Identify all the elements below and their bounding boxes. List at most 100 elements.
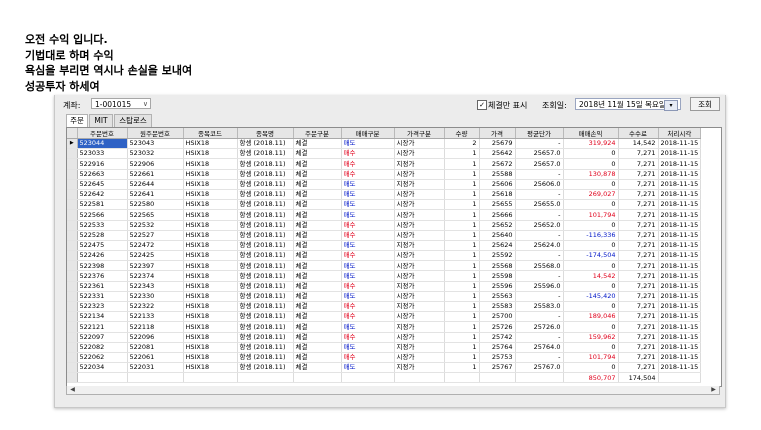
table-cell: 522331 bbox=[77, 291, 128, 303]
table-cell bbox=[394, 372, 445, 384]
row-marker bbox=[67, 169, 78, 180]
table-cell: HSIX18 bbox=[183, 158, 238, 170]
table-cell: 25652.0 bbox=[515, 220, 564, 231]
table-cell: 522580 bbox=[127, 199, 184, 211]
query-button[interactable]: 조회 bbox=[690, 97, 720, 111]
tab-stoploss[interactable]: 스탑로스 bbox=[114, 114, 152, 127]
table-cell: HSIX18 bbox=[183, 291, 238, 303]
col-header[interactable]: 처리시각 bbox=[658, 128, 702, 139]
table-cell: 25655 bbox=[479, 199, 516, 211]
table-row[interactable]: 522426 522425 HSIX18 항셍 (2018.11) 체결 매수 시장가 1 25… bbox=[67, 250, 702, 262]
trade-window: 계좌: 1-001015 ∨ ✓ 체결만 표시 조회일: 2018년 11월 1… bbox=[54, 95, 726, 408]
table-cell: 시장가 bbox=[394, 270, 445, 282]
table-row[interactable]: 522916 522906 HSIX18 항셍 (2018.11) 체결 매수 지정가 1 25… bbox=[67, 158, 702, 170]
table-cell: 25618 bbox=[479, 189, 516, 201]
table-cell: 25624 bbox=[479, 240, 516, 252]
table-cell: 25753 bbox=[479, 352, 516, 364]
col-header[interactable]: 원주문번호 bbox=[127, 128, 184, 139]
table-cell: HSIX18 bbox=[183, 148, 238, 160]
table-row[interactable]: 522134 522133 HSIX18 항셍 (2018.11) 체결 매수 시장가 1 25… bbox=[67, 311, 702, 323]
table-cell: 체결 bbox=[293, 311, 342, 323]
table-cell: 체결 bbox=[293, 220, 342, 231]
horizontal-scrollbar[interactable]: ◀ ▶ bbox=[66, 386, 720, 395]
date-picker[interactable]: 2018년 11월 15일 목요일 ▾ bbox=[575, 98, 681, 111]
table-row[interactable]: 522581 522580 HSIX18 항셍 (2018.11) 체결 매도 시장가 1 25… bbox=[67, 199, 702, 211]
table-cell: 2018-11-15 bbox=[658, 199, 702, 211]
table-cell: 항셍 (2018.11) bbox=[237, 199, 294, 211]
col-header[interactable]: 평균단가 bbox=[515, 128, 564, 139]
table-cell: 522374 bbox=[127, 270, 184, 282]
table-cell: 522916 bbox=[77, 158, 128, 170]
table-cell: 매수 bbox=[341, 158, 395, 170]
filled-only-checkbox[interactable]: ✓ bbox=[477, 100, 487, 110]
table-cell: 1 bbox=[444, 230, 480, 241]
row-marker bbox=[67, 270, 78, 282]
table-row[interactable]: 522331 522330 HSIX18 항셍 (2018.11) 체결 매도 시장가 1 25… bbox=[67, 291, 702, 303]
table-cell: 체결 bbox=[293, 291, 342, 303]
table-row[interactable]: 522097 522096 HSIX18 항셍 (2018.11) 체결 매수 시장가 1 25… bbox=[67, 332, 702, 343]
col-header[interactable]: 수수료 bbox=[618, 128, 659, 139]
table-row[interactable]: 522475 522472 HSIX18 항셍 (2018.11) 체결 매도 지정가 1 25… bbox=[67, 240, 702, 252]
col-header[interactable]: 가격구분 bbox=[394, 128, 445, 139]
table-row[interactable]: 522645 522644 HSIX18 항셍 (2018.11) 체결 매도 지정가 1 25… bbox=[67, 179, 702, 190]
table-row[interactable]: 522361 522343 HSIX18 항셍 (2018.11) 체결 매수 지정가 1 25… bbox=[67, 281, 702, 292]
table-cell: 1 bbox=[444, 148, 480, 160]
post-line-4: 성공투자 하세여 bbox=[25, 79, 100, 93]
table-row[interactable]: 522034 522031 HSIX18 항셍 (2018.11) 체결 매도 지정가 1 25… bbox=[67, 362, 702, 374]
table-cell: 25583 bbox=[479, 301, 516, 313]
table-row[interactable]: 522376 522374 HSIX18 항셍 (2018.11) 체결 매도 시장가 1 25… bbox=[67, 270, 702, 282]
account-select[interactable]: 1-001015 ∨ bbox=[91, 98, 151, 109]
col-header[interactable]: 가격 bbox=[479, 128, 516, 139]
row-marker bbox=[67, 148, 78, 160]
table-cell: 시장가 bbox=[394, 291, 445, 303]
table-row[interactable]: 522398 522397 HSIX18 항셍 (2018.11) 체결 매도 시장가 1 25… bbox=[67, 260, 702, 272]
scroll-left-icon[interactable]: ◀ bbox=[68, 386, 77, 394]
table-cell: 522475 bbox=[77, 240, 128, 252]
col-header[interactable]: 종목코드 bbox=[183, 128, 238, 139]
tab-order[interactable]: 주문 bbox=[66, 114, 88, 128]
tab-mit[interactable]: MIT bbox=[89, 114, 113, 127]
table-cell: 1 bbox=[444, 281, 480, 292]
row-pointer-icon: ▶ bbox=[67, 138, 78, 150]
table-row[interactable]: 523033 523032 HSIX18 항셍 (2018.11) 체결 매수 시장가 1 25… bbox=[67, 148, 702, 160]
table-cell: HSIX18 bbox=[183, 332, 238, 343]
table-row[interactable]: 522566 522565 HSIX18 항셍 (2018.11) 체결 매도 시장가 1 25… bbox=[67, 209, 702, 221]
table-cell: 522082 bbox=[77, 342, 128, 353]
table-row[interactable]: 522323 522322 HSIX18 항셍 (2018.11) 체결 매수 지정가 1 25… bbox=[67, 301, 702, 313]
table-cell: 522134 bbox=[77, 311, 128, 323]
scroll-right-icon[interactable]: ▶ bbox=[709, 386, 718, 394]
table-cell: 1 bbox=[444, 270, 480, 282]
table-cell: 319,924 bbox=[563, 138, 619, 150]
table-row[interactable]: 522528 522527 HSIX18 항셍 (2018.11) 체결 매수 시장가 1 25… bbox=[67, 230, 702, 241]
table-row[interactable]: 522663 522661 HSIX18 항셍 (2018.11) 체결 매수 시장가 1 25… bbox=[67, 169, 702, 180]
table-cell: 2018-11-15 bbox=[658, 169, 702, 180]
table-cell: 7,271 bbox=[618, 342, 659, 353]
table-cell: 522641 bbox=[127, 189, 184, 201]
table-cell: 0 bbox=[563, 240, 619, 252]
table-row[interactable]: 522082 522081 HSIX18 항셍 (2018.11) 체결 매도 지정가 1 25… bbox=[67, 342, 702, 353]
table-cell: 130,878 bbox=[563, 169, 619, 180]
table-cell: HSIX18 bbox=[183, 240, 238, 252]
table-cell: 25592 bbox=[479, 250, 516, 262]
table-cell: 항셍 (2018.11) bbox=[237, 352, 294, 364]
table-cell: 시장가 bbox=[394, 352, 445, 364]
table-row[interactable]: 522062 522061 HSIX18 항셍 (2018.11) 체결 매수 시장가 1 25… bbox=[67, 352, 702, 364]
table-cell: 2018-11-15 bbox=[658, 158, 702, 170]
table-cell: 2018-11-15 bbox=[658, 332, 702, 343]
table-cell: 1 bbox=[444, 291, 480, 303]
col-header[interactable]: 수량 bbox=[444, 128, 480, 139]
table-cell: 1 bbox=[444, 301, 480, 313]
col-header[interactable]: 주문구분 bbox=[293, 128, 342, 139]
table-row[interactable]: 522121 522118 HSIX18 항셍 (2018.11) 체결 매도 지정가 1 25… bbox=[67, 321, 702, 333]
col-header[interactable]: 매매구분 bbox=[341, 128, 395, 139]
table-cell: - bbox=[515, 250, 564, 262]
table-row[interactable]: 522533 522532 HSIX18 항셍 (2018.11) 체결 매수 시장가 1 25… bbox=[67, 220, 702, 231]
col-header[interactable]: 종목명 bbox=[237, 128, 294, 139]
table-row[interactable]: ▶ 523044 523043 HSIX18 항셍 (2018.11) 체결 매도 시장가 2 2… bbox=[67, 138, 702, 150]
col-header[interactable]: 주문번호 bbox=[77, 128, 128, 139]
table-row[interactable]: 522642 522641 HSIX18 항셍 (2018.11) 체결 매도 시장가 1 25… bbox=[67, 189, 702, 201]
chevron-down-icon: ∨ bbox=[142, 100, 148, 108]
table-cell: 매도 bbox=[341, 209, 395, 221]
col-header[interactable]: 매매손익 bbox=[563, 128, 619, 139]
calendar-icon[interactable]: ▾ bbox=[664, 100, 678, 111]
